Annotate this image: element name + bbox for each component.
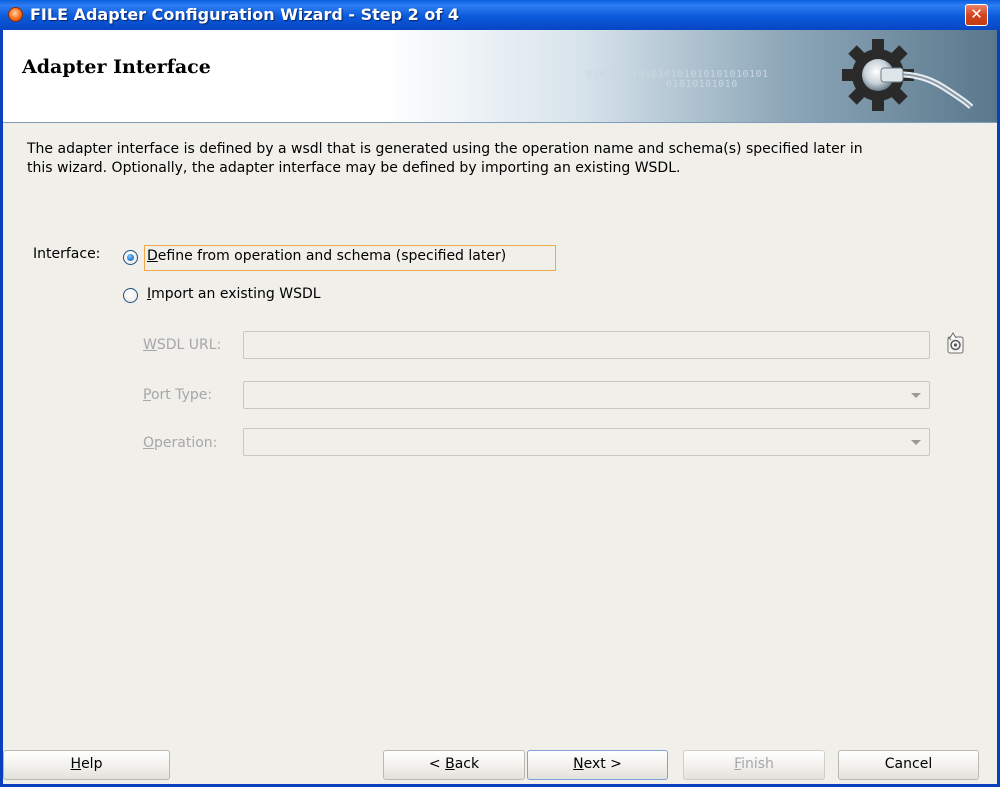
chevron-down-icon [911, 440, 921, 445]
back-button[interactable]: < Back [383, 750, 525, 780]
mnemonic: P [143, 387, 151, 403]
button-text: inish [741, 756, 774, 772]
option-text: efine from operation and schema (specifi… [157, 248, 507, 264]
next-button[interactable]: Next > [527, 750, 668, 780]
wsdl-url-input[interactable] [243, 331, 930, 359]
button-text: ack [454, 756, 480, 772]
mnemonic: W [143, 337, 157, 353]
mnemonic: D [147, 248, 158, 264]
wizard-banner: Adapter Interface 0101010101010101010101… [3, 30, 997, 123]
mnemonic: B [445, 756, 455, 772]
wizard-description: The adapter interface is defined by a ws… [27, 140, 977, 178]
close-button[interactable]: ✕ [965, 4, 988, 26]
window-title: FILE Adapter Configuration Wizard - Step… [30, 5, 459, 24]
port-type-select[interactable] [243, 381, 930, 409]
label-text: peration: [154, 435, 218, 451]
port-type-label: Port Type: [143, 387, 212, 403]
button-text: elp [81, 756, 103, 772]
browse-wsdl-icon[interactable] [944, 331, 968, 357]
label-text: ort Type: [150, 387, 213, 403]
mnemonic: O [143, 435, 155, 451]
help-button[interactable]: Help [3, 750, 170, 780]
banner-binary-decoration: 0101010101010101010101010101 01010101010 [586, 70, 769, 90]
adapter-gear-icon [842, 39, 973, 111]
radio-import-wsdl[interactable] [123, 288, 138, 303]
label-text: SDL URL: [156, 337, 222, 353]
option-define-label[interactable]: Define from operation and schema (specif… [147, 248, 506, 264]
chevron-down-icon [911, 393, 921, 398]
radio-selected-dot [127, 254, 134, 261]
page-title: Adapter Interface [22, 56, 211, 78]
operation-label: Operation: [143, 435, 217, 451]
app-icon [8, 7, 23, 22]
mnemonic: H [70, 756, 82, 772]
operation-select[interactable] [243, 428, 930, 456]
option-text: mport an existing WSDL [151, 286, 321, 302]
cancel-button[interactable]: Cancel [838, 750, 979, 780]
button-text: < [428, 756, 446, 772]
description-line: this wizard. Optionally, the adapter int… [27, 160, 681, 176]
option-import-label[interactable]: Import an existing WSDL [147, 286, 321, 302]
interface-label: Interface: [33, 246, 101, 262]
radio-define-from-operation[interactable] [123, 250, 138, 265]
finish-button[interactable]: Finish [683, 750, 825, 780]
wsdl-url-label: WSDL URL: [143, 337, 221, 353]
mnemonic: N [573, 756, 584, 772]
title-bar[interactable]: FILE Adapter Configuration Wizard - Step… [0, 0, 1000, 30]
banner-binary-line: 01010101010 [666, 79, 738, 90]
button-text: ext > [583, 756, 622, 772]
description-line: The adapter interface is defined by a ws… [27, 141, 863, 157]
